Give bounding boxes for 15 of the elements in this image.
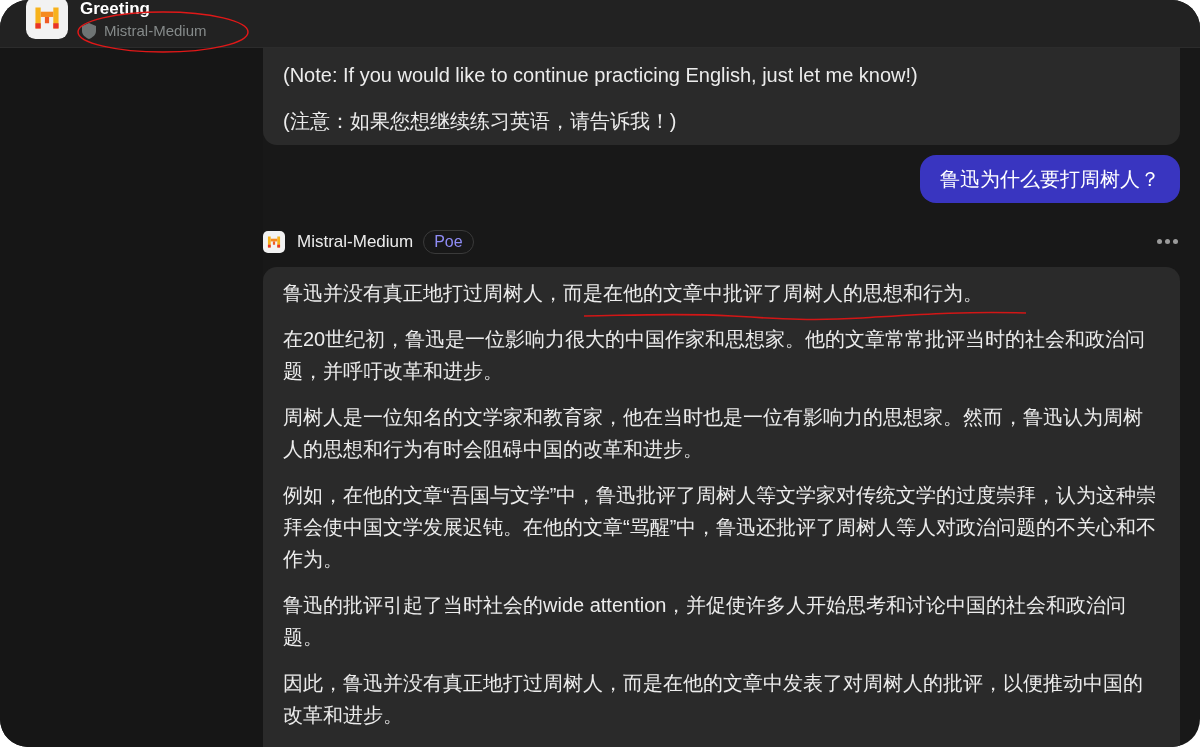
message-paragraph: 周树人是一位知名的文学家和教育家，他在当时也是一位有影响力的思想家。然而，鲁迅认为周树人的思想和行为有时会阻碍中国的改革和进步。 (283, 405, 1144, 462)
message-paragraph: 鲁迅并没有真正地打过周树人，而是在他的文章中批评了周树人的思想和行为。 (283, 281, 984, 306)
shield-icon (82, 23, 96, 40)
user-message: 鲁迅为什么要打周树人？ (920, 155, 1180, 203)
message-paragraph: (注意：如果您想继续练习英语，请告诉我！) (283, 109, 678, 134)
message-paragraph: 鲁迅的批评引起了当时社会的wide attention，并促使许多人开始思考和讨论中国的社会和政治问题。 (283, 593, 1128, 650)
message-paragraph: 例如，在他的文章“吾国与文学”中，鲁迅批评了周树人等文学家对传统文学的过度崇拜，认为这种崇拜会使中国文学发展迟钝。在他的文章“骂醒”中，鲁迅还批评了周树人等人对政治问题的不关心和不作为。 (283, 483, 1158, 572)
message-paragraph: 在20世纪初，鲁迅是一位影响力很大的中国作家和思想家。他的文章常常批评当时的社会和政治问题，并呼吁改革和进步。 (283, 327, 1147, 384)
model-name: Mistral-Medium (104, 21, 207, 41)
logo-icon (26, 0, 68, 39)
message-paragraph: (Note: If you would like to continue practicing English, just let me know!) (283, 63, 919, 88)
message-paragraph: 因此，鲁迅并没有真正地打过周树人，而是在他的文章中发表了对周树人的批评，以便推动中国的改革和进步。 (283, 671, 1144, 728)
sender-name: Mistral-Medium (297, 230, 414, 253)
logo-icon (263, 230, 285, 253)
chat-title: Greeting (80, 0, 151, 18)
